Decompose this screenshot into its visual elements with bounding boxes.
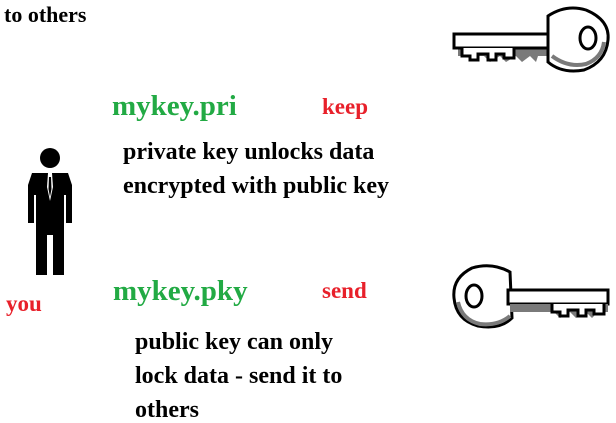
private-key-description-line: private key unlocks data xyxy=(123,139,375,165)
public-key-description: public key can only lock data - send it … xyxy=(135,325,342,423)
key-shape xyxy=(452,6,610,73)
private-key-description-line: encrypted with public key xyxy=(123,173,390,199)
public-key-description-line: others xyxy=(135,397,199,423)
private-key-filename: mykey.pri xyxy=(112,90,237,122)
public-key-description-line: lock data - send it to xyxy=(135,363,343,389)
person-icon xyxy=(28,148,72,275)
key-icon xyxy=(452,6,610,73)
keep-label: keep xyxy=(322,94,368,119)
key-shape xyxy=(452,264,610,329)
key-icon xyxy=(452,264,610,329)
person-shape xyxy=(28,148,72,275)
you-label: you xyxy=(6,291,42,316)
send-label: send xyxy=(322,278,367,303)
diagram-canvas: to others mykey.pri keep private key unl… xyxy=(0,0,616,423)
private-key-description: private key unlocks data encrypted with … xyxy=(123,135,389,203)
intro-text: to others xyxy=(4,2,87,27)
public-key-description-line: public key can only xyxy=(135,329,334,355)
public-key-filename: mykey.pky xyxy=(113,275,248,307)
